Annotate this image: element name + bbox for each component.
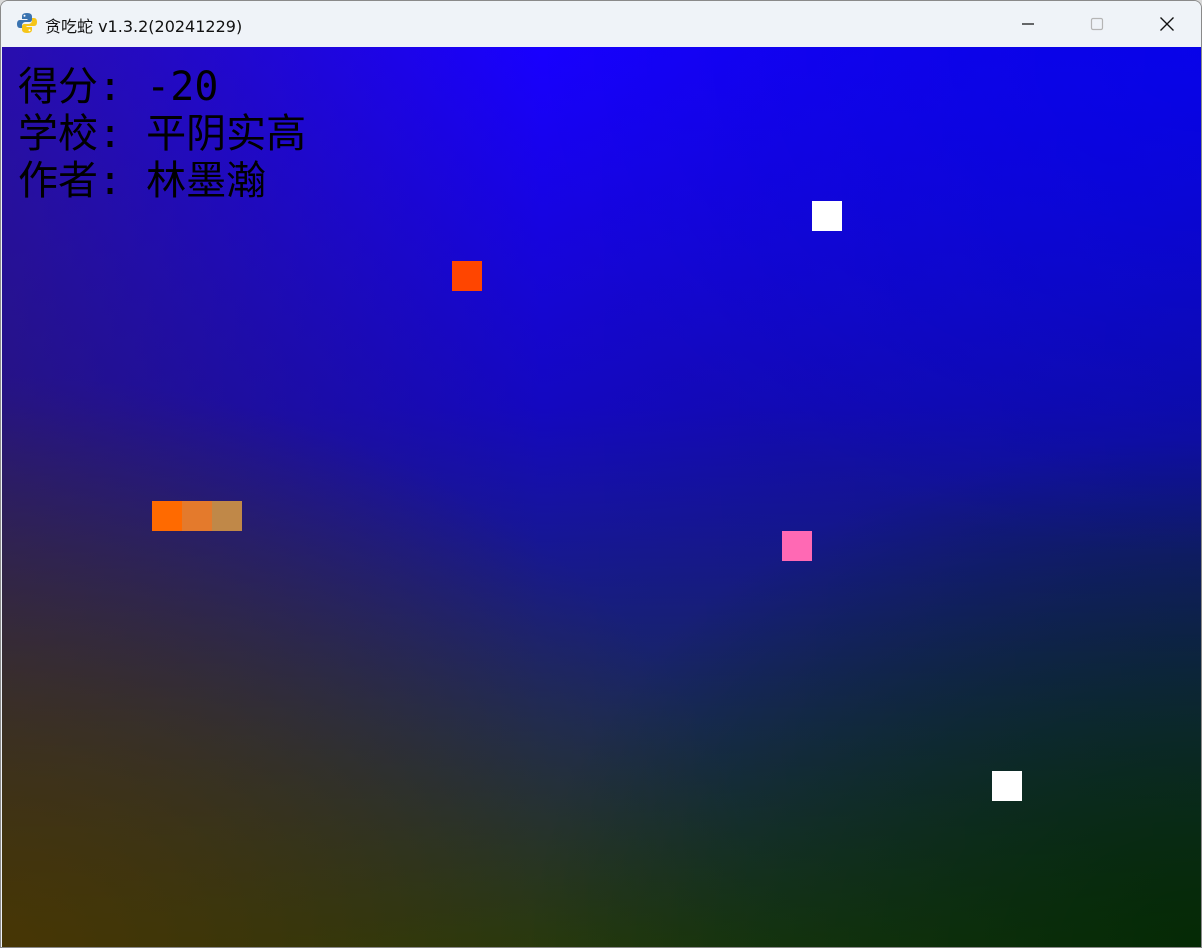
snake-segment [182,501,212,531]
school-line: 学校: 平阴实高 [18,111,306,158]
minimize-button[interactable] [993,1,1063,47]
food-block [452,261,482,291]
title-bar[interactable]: 贪吃蛇 v1.3.2(20241229) [1,1,1201,47]
maximize-icon [1090,17,1104,31]
school-value: 平阴实高 [146,111,307,157]
snake-head [152,501,182,531]
game-window: 贪吃蛇 v1.3.2(20241229) 得分: -20 学校: 平阴实高 作者… [0,0,1202,948]
wall-block [812,201,842,231]
snake-segment [212,501,242,531]
window-title: 贪吃蛇 v1.3.2(20241229) [45,17,243,36]
hud: 得分: -20 学校: 平阴实高 作者: 林墨瀚 [18,64,306,205]
special-food-block [782,531,812,561]
game-canvas[interactable]: 得分: -20 学校: 平阴实高 作者: 林墨瀚 [2,47,1201,947]
wall-block [992,771,1022,801]
author-value: 林墨瀚 [146,158,267,204]
minimize-icon [1022,23,1034,25]
author-label: 作者: [18,158,147,204]
python-snake-icon [17,13,37,33]
score-value: -20 [146,64,219,110]
score-label: 得分: [18,64,147,110]
score-line: 得分: -20 [18,64,306,111]
maximize-button[interactable] [1062,1,1132,47]
close-button[interactable] [1132,1,1201,47]
close-icon [1160,17,1174,31]
author-line: 作者: 林墨瀚 [18,158,306,205]
school-label: 学校: [18,111,147,157]
